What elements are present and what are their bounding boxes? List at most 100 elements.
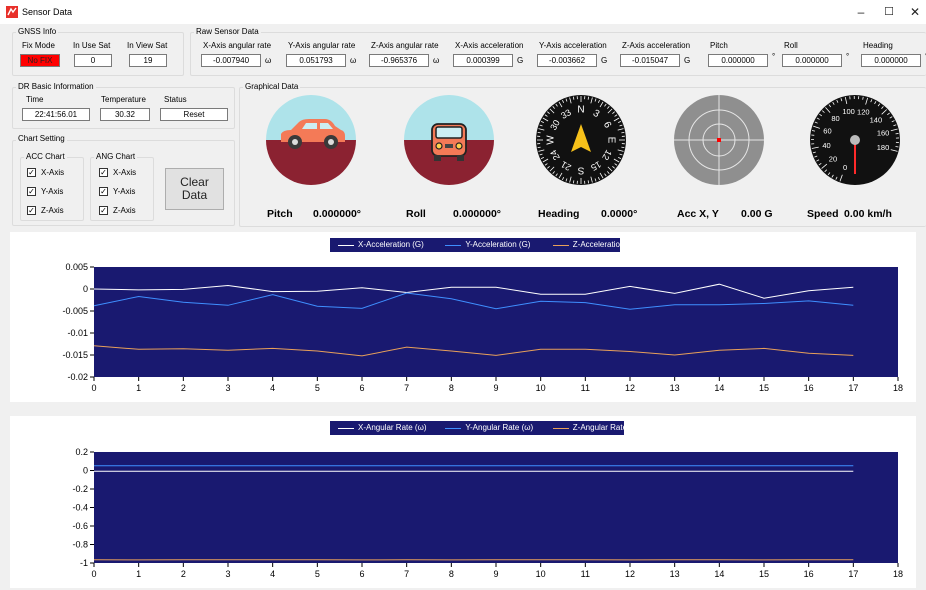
speedometer: 0 20 40 6080100 120140 160 180 bbox=[810, 95, 900, 185]
speed-tick-label: 80 bbox=[831, 114, 839, 123]
raw-field-label: X-Axis angular rate bbox=[203, 41, 272, 50]
raw-field-unit: ω bbox=[265, 56, 272, 65]
compass-tick bbox=[537, 131, 541, 134]
acc-chart-title: ACC Chart bbox=[24, 152, 67, 162]
in-use-sat-label: In Use Sat bbox=[73, 41, 111, 50]
x-tick-label: 1 bbox=[136, 569, 141, 579]
raw-field-unit: ° bbox=[772, 52, 776, 61]
raw-field-label: Roll bbox=[784, 41, 798, 50]
temperature-label: Temperature bbox=[101, 95, 146, 104]
heading-label: Heading bbox=[538, 208, 580, 220]
x-tick-label: 0 bbox=[91, 383, 96, 393]
acc-chart: 0.0050-0.005-0.01-0.015-0.020 1 2 3 4 5 6 7 8 9 10… bbox=[62, 262, 903, 393]
legend-swatch bbox=[338, 428, 354, 429]
x-tick-label: 8 bbox=[449, 383, 454, 393]
raw-field-unit: ° bbox=[846, 52, 850, 61]
dr-info-title: DR Basic Information bbox=[16, 82, 96, 92]
temperature-field: 30.32 bbox=[100, 108, 150, 121]
status-field[interactable]: Reset bbox=[160, 108, 228, 121]
checkbox[interactable]: ✓ bbox=[27, 187, 36, 196]
x-tick-label: 4 bbox=[270, 383, 275, 393]
compass-tick bbox=[587, 180, 590, 184]
speed-label: Speed bbox=[807, 208, 839, 220]
y-tick-label: -0.8 bbox=[72, 540, 88, 550]
x-tick-label: 17 bbox=[848, 569, 858, 579]
y-tick-label: 0 bbox=[83, 466, 88, 476]
speed-tick-label: 0 bbox=[843, 163, 847, 172]
graphical-data-title: Graphical Data bbox=[243, 82, 301, 92]
y-tick-label: 0.005 bbox=[65, 262, 88, 272]
fix-mode-field: No FIX bbox=[20, 54, 60, 67]
raw-field-value: -0.015047 bbox=[620, 54, 680, 67]
raw-field-value: 0.000399 bbox=[453, 54, 513, 67]
x-tick-label: 17 bbox=[848, 383, 858, 393]
speed-tick-label: 140 bbox=[870, 115, 883, 124]
in-view-sat-label: In View Sat bbox=[127, 41, 168, 50]
legend-swatch bbox=[445, 245, 462, 246]
raw-field-value: -0.965376 bbox=[369, 54, 429, 67]
raw-field-value: 0.000000 bbox=[782, 54, 842, 67]
pitch-ground bbox=[266, 140, 356, 185]
y-tick-label: -1 bbox=[80, 558, 88, 568]
checkbox-label: X-Axis bbox=[41, 168, 65, 177]
x-tick-label: 10 bbox=[536, 383, 546, 393]
compass-mark: N bbox=[577, 105, 584, 116]
x-tick-label: 6 bbox=[359, 383, 364, 393]
x-tick-label: 3 bbox=[225, 383, 230, 393]
legend-label: X-Angular Rate (ω) bbox=[358, 423, 427, 432]
raw-field-value: 0.051793 bbox=[286, 54, 346, 67]
y-tick-label: -0.005 bbox=[62, 306, 88, 316]
speed-tick-label: 20 bbox=[829, 154, 837, 163]
x-tick-label: 0 bbox=[91, 569, 96, 579]
legend-label: Z-Angular Rate (ω) bbox=[572, 423, 641, 432]
plot-area bbox=[94, 452, 898, 563]
x-tick-label: 18 bbox=[893, 569, 903, 579]
pitch-label: Pitch bbox=[267, 208, 293, 220]
roll-value: 0.000000° bbox=[453, 208, 501, 220]
checkbox-label: Y-Axis bbox=[113, 187, 136, 196]
x-tick-label: 18 bbox=[893, 383, 903, 393]
clear-data-button[interactable]: Clear Data bbox=[165, 168, 224, 210]
x-tick-label: 14 bbox=[714, 383, 724, 393]
legend-swatch bbox=[445, 428, 462, 429]
raw-field-label: Pitch bbox=[710, 41, 728, 50]
y-tick-label: -0.2 bbox=[72, 484, 88, 494]
compass-tick bbox=[572, 96, 575, 100]
legend-label: Y-Angular Rate (ω) bbox=[465, 423, 534, 432]
x-tick-label: 9 bbox=[493, 569, 498, 579]
y-tick-label: 0.2 bbox=[75, 447, 88, 457]
x-tick-label: 5 bbox=[315, 569, 320, 579]
minimize-button[interactable]: – bbox=[846, 2, 876, 22]
app-icon bbox=[6, 6, 18, 18]
pitch-gauge bbox=[266, 95, 356, 185]
close-button[interactable]: ✕ bbox=[900, 2, 926, 22]
time-label: Time bbox=[26, 95, 44, 104]
x-tick-label: 2 bbox=[181, 383, 186, 393]
raw-field-label: Heading bbox=[863, 41, 893, 50]
raw-field-unit: G bbox=[684, 56, 691, 65]
compass-tick bbox=[572, 180, 575, 184]
speed-tick-label: 40 bbox=[822, 141, 830, 150]
raw-sensor-title: Raw Sensor Data bbox=[194, 27, 261, 37]
compass-tick bbox=[537, 146, 541, 149]
x-tick-label: 3 bbox=[225, 569, 230, 579]
y-tick-label: -0.6 bbox=[72, 521, 88, 531]
checkbox[interactable]: ✓ bbox=[99, 168, 108, 177]
legend-label: Y-Acceleration (G) bbox=[465, 240, 531, 249]
in-view-sat-field: 19 bbox=[129, 54, 167, 67]
ang-chart: 0.20-0.2-0.4-0.6-0.8-10 1 2 3 4 5 6 7 8 9 10 11 12 13… bbox=[72, 447, 903, 579]
raw-field-label: Y-Axis acceleration bbox=[539, 41, 607, 50]
raw-field-unit: G bbox=[517, 56, 524, 65]
y-tick-label: -0.015 bbox=[62, 350, 88, 360]
checkbox[interactable]: ✓ bbox=[99, 206, 108, 215]
x-tick-label: 5 bbox=[315, 383, 320, 393]
checkbox[interactable]: ✓ bbox=[99, 187, 108, 196]
window-title: Sensor Data bbox=[22, 7, 73, 17]
x-tick-label: 13 bbox=[670, 383, 680, 393]
roll-gauge bbox=[404, 95, 494, 185]
checkbox[interactable]: ✓ bbox=[27, 206, 36, 215]
checkbox[interactable]: ✓ bbox=[27, 168, 36, 177]
checkbox-label: X-Axis bbox=[113, 168, 137, 177]
chart-setting-title: Chart Setting bbox=[16, 134, 67, 144]
raw-field-label: X-Axis acceleration bbox=[455, 41, 524, 50]
